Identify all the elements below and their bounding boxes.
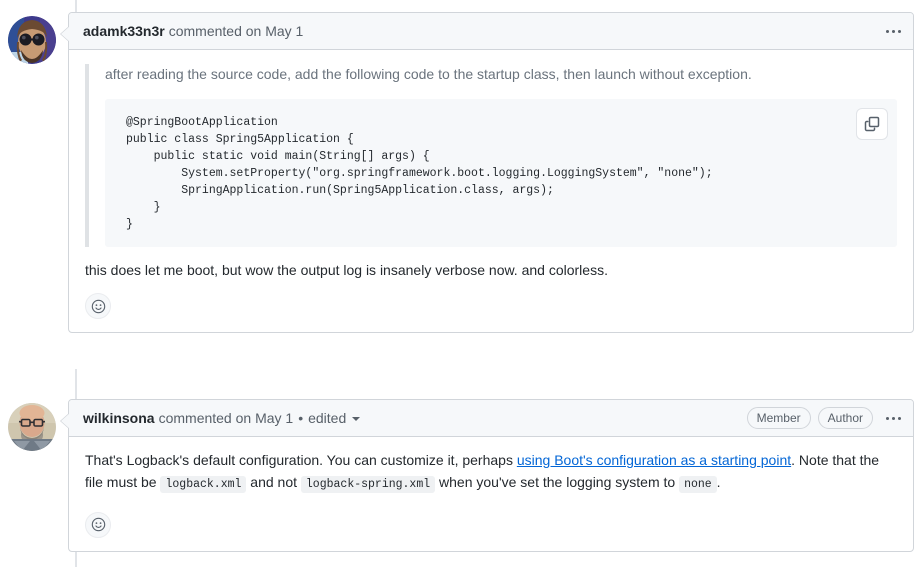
edited-label[interactable]: edited bbox=[308, 410, 346, 426]
kebab-dot bbox=[898, 30, 901, 33]
kebab-dot bbox=[886, 30, 889, 33]
comment-text: That's Logback's default configuration. … bbox=[85, 450, 897, 494]
quoted-text: after reading the source code, add the f… bbox=[85, 64, 897, 247]
kebab-dot bbox=[892, 30, 895, 33]
text-segment: . bbox=[717, 474, 721, 490]
inline-code-logback-xml: logback.xml bbox=[160, 476, 246, 493]
avatar-wilkinsona[interactable] bbox=[8, 403, 56, 451]
smiley-icon[interactable] bbox=[85, 293, 111, 319]
comment-timestamp: commented on May 1 bbox=[159, 410, 294, 426]
boot-configuration-link[interactable]: using Boot's configuration as a starting… bbox=[517, 452, 791, 468]
kebab-dot bbox=[886, 417, 889, 420]
text-segment: That's Logback's default configuration. … bbox=[85, 452, 517, 468]
kebab-dot bbox=[898, 417, 901, 420]
comment-bubble: wilkinsona commented on May 1 • edited M… bbox=[68, 399, 914, 552]
smiley-icon[interactable] bbox=[85, 512, 111, 538]
inline-code-none: none bbox=[679, 476, 717, 493]
timeline-rail-middle bbox=[75, 369, 77, 403]
chevron-down-icon[interactable] bbox=[352, 417, 360, 421]
issue-comment-thread: adamk33n3r commented on May 1 after read… bbox=[0, 0, 922, 567]
code-block: @SpringBootApplication public class Spri… bbox=[105, 99, 897, 247]
code-content: @SpringBootApplication public class Spri… bbox=[126, 114, 883, 233]
avatar-adamk33n3r[interactable] bbox=[8, 16, 56, 64]
comment-options-button[interactable] bbox=[884, 413, 903, 424]
comment-body: That's Logback's default configuration. … bbox=[69, 437, 913, 502]
comment-header: wilkinsona commented on May 1 • edited M… bbox=[69, 400, 913, 437]
text-segment: and not bbox=[246, 474, 301, 490]
comment-header: adamk33n3r commented on May 1 bbox=[69, 13, 913, 50]
copy-icon[interactable] bbox=[856, 108, 888, 140]
quote-paragraph: after reading the source code, add the f… bbox=[105, 64, 897, 86]
status-badge-member: Member bbox=[747, 407, 811, 429]
comment-body: after reading the source code, add the f… bbox=[69, 50, 913, 289]
status-badge-author: Author bbox=[818, 407, 873, 429]
comment-bubble: adamk33n3r commented on May 1 after read… bbox=[68, 12, 914, 333]
timeline-rail-bottom bbox=[75, 549, 77, 567]
reaction-row bbox=[69, 502, 913, 551]
timeline-rail-top bbox=[75, 0, 77, 12]
comment-reply-text: this does let me boot, but wow the outpu… bbox=[85, 260, 897, 282]
comment-author[interactable]: wilkinsona bbox=[83, 410, 155, 426]
inline-code-logback-spring-xml: logback-spring.xml bbox=[301, 476, 435, 493]
reaction-row bbox=[69, 289, 913, 332]
comment-timestamp: commented on May 1 bbox=[169, 23, 304, 39]
comment-author[interactable]: adamk33n3r bbox=[83, 23, 165, 39]
text-segment: when you've set the logging system to bbox=[435, 474, 679, 490]
header-separator: • bbox=[298, 410, 303, 426]
kebab-dot bbox=[892, 417, 895, 420]
comment-options-button[interactable] bbox=[884, 26, 903, 37]
